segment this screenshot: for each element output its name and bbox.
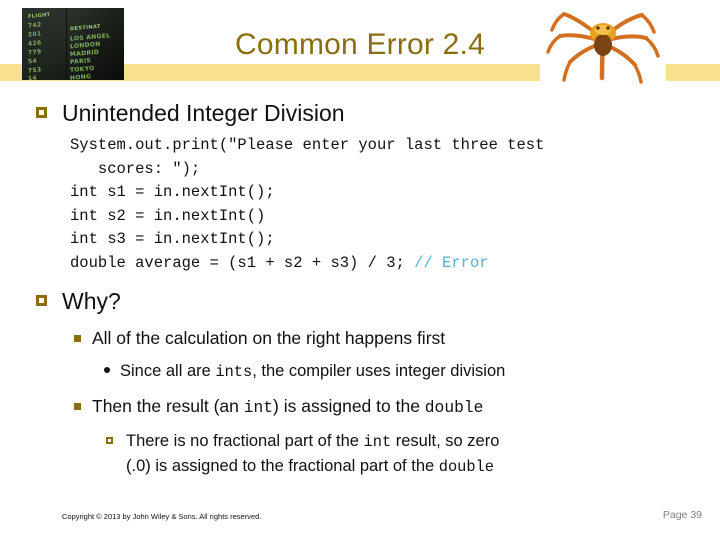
dot-bullet-icon	[104, 367, 110, 373]
copyright-notice: Copyright © 2013 by John Wiley & Sons. A…	[62, 512, 262, 521]
sub-bullet-calculation-right-first: All of the calculation on the right happ…	[74, 328, 445, 349]
bullet-1-label: Unintended Integer Division	[62, 100, 345, 126]
text-post: result, so zero	[391, 432, 500, 450]
text-line2-pre: (.0) is assigned to the fractional part …	[126, 457, 439, 475]
code-term-double: double	[438, 458, 494, 476]
sub-bullet-1-label: All of the calculation on the right happ…	[92, 328, 446, 348]
slide: FLIGHT DESTINAT 742 201 426 779 54 753 1…	[0, 0, 720, 540]
code-line: scores: ");	[70, 159, 201, 178]
code-block: System.out.print("Please enter your last…	[70, 134, 544, 275]
code-term-double: double	[424, 398, 484, 417]
sub-bullet-no-fractional-part: There is no fractional part of the int r…	[106, 429, 499, 479]
text-pre: Then the result (an	[92, 396, 244, 416]
sub-bullet-ints-integer-division: Since all are ints, the compiler uses in…	[104, 362, 505, 381]
section-bullet-icon	[74, 335, 81, 342]
section-bullet-icon	[74, 403, 81, 410]
code-line: int s1 = in.nextInt();	[70, 183, 275, 201]
code-line: System.out.print("Please enter your last…	[70, 136, 545, 154]
page-title: Common Error 2.4	[235, 28, 485, 61]
code-line: int s3 = in.nextInt();	[70, 230, 275, 248]
code-line: double average = (s1 + s2 + s3) / 3;	[70, 253, 415, 272]
code-term-int: int	[243, 398, 274, 417]
board-row: 14	[27, 74, 38, 80]
continuation-line: (.0) is assigned to the fractional part …	[126, 454, 499, 479]
board-row: 753	[27, 66, 42, 75]
text-post: , the compiler uses integer division	[252, 362, 506, 380]
bullet-2-label: Why?	[62, 288, 121, 314]
page-number: Page 39	[662, 509, 702, 521]
text-pre: There is no fractional part of the	[126, 432, 364, 450]
text-pre: Since all are	[120, 362, 216, 380]
square-bullet-icon	[106, 437, 113, 444]
sub-bullet-result-assigned-double: Then the result (an int) is assigned to …	[74, 396, 483, 417]
bullet-why: Why?	[36, 288, 121, 315]
board-row: HONG	[69, 73, 92, 80]
square-bullet-icon	[36, 107, 47, 118]
square-bullet-icon	[36, 295, 47, 306]
text-mid: ) is assigned to the	[273, 396, 425, 416]
bullet-unintended-integer-division: Unintended Integer Division	[36, 100, 345, 127]
code-term-ints: ints	[215, 363, 253, 381]
code-line: int s2 = in.nextInt()	[70, 206, 266, 225]
code-term-int: int	[363, 433, 392, 451]
code-comment-error: // Error	[414, 253, 489, 272]
